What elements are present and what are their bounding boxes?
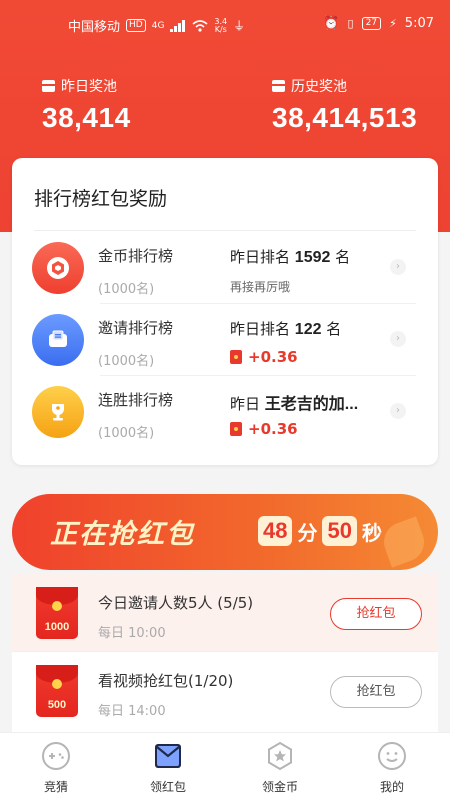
gift-icon (42, 80, 55, 92)
tab-coins[interactable]: 领金币 (240, 741, 320, 795)
divider (34, 230, 416, 231)
coin-rank-badge-icon (32, 242, 84, 294)
leaderboard-title: 排行榜红包奖励 (34, 188, 168, 210)
hd-badge: HD (126, 19, 146, 32)
history-pool: 历史奖池 38,414,513 (272, 76, 417, 134)
task-list: 1000 今日邀请人数5人 (5/5) 每日 10:00 抢红包 500 看视频… (12, 574, 438, 734)
red-envelope-icon: 500 (36, 665, 78, 717)
bottom-tab-bar: 竞猜 领红包 领金币 我的 (0, 732, 450, 800)
envelope-amount: 1000 (44, 621, 70, 633)
minutes-unit: 分 (297, 520, 318, 545)
tab-label: 领红包 (149, 780, 186, 794)
yesterday-rank: 昨日排名 122 名 (230, 320, 342, 338)
yesterday-pool-value: 38,414 (42, 102, 131, 133)
tab-red-envelope[interactable]: 领红包 (128, 741, 208, 795)
leaderboard-capacity: (1000名) (98, 426, 155, 441)
gift-icon (272, 80, 285, 92)
task-schedule: 每日 10:00 (98, 626, 166, 641)
leaf-decoration-icon (378, 516, 430, 568)
task-title: 今日邀请人数5人 (5/5) (98, 594, 254, 612)
chevron-right-icon[interactable]: › (390, 331, 406, 347)
grab-red-envelope-banner[interactable]: 正在抢红包 48 分 50 秒 (12, 494, 438, 570)
chevron-right-icon[interactable]: › (390, 259, 406, 275)
clock: 5:07 (404, 16, 434, 31)
tab-me[interactable]: 我的 (352, 741, 432, 795)
task-schedule: 每日 14:00 (98, 704, 166, 719)
leaderboard-name: 邀请排行榜 (98, 319, 174, 337)
leaderboard-name: 金币排行榜 (98, 247, 174, 265)
tab-guess[interactable]: 竞猜 (16, 741, 96, 795)
gamepad-icon (41, 741, 71, 771)
rank-note: 再接再厉哦 (230, 280, 291, 294)
seconds-unit: 秒 (361, 520, 382, 545)
leaderboard-name: 连胜排行榜 (98, 391, 174, 409)
task-row: 1000 今日邀请人数5人 (5/5) 每日 10:00 抢红包 (12, 574, 438, 652)
status-bar: 中国移动 HD 4G 3.4 K/s ⏚ ⏰ ▯ 27 ⚡ 5:07 (0, 0, 450, 46)
network-type: 4G (151, 20, 165, 31)
red-envelope-icon (230, 350, 242, 364)
leaderboard-capacity: (1000名) (98, 282, 155, 297)
history-pool-label: 历史奖池 (291, 79, 347, 95)
envelope-icon (153, 741, 183, 771)
usb-icon: ⏚ (233, 19, 246, 33)
leaderboard-row-coins[interactable]: 金币排行榜 (1000名) 昨日排名 1592 名 再接再厉哦 › (12, 232, 438, 304)
trophy-badge-icon (32, 386, 84, 438)
battery-indicator: 27 (361, 17, 382, 30)
reward-amount: +0.36 (230, 420, 298, 438)
tab-label: 领金币 (261, 780, 298, 794)
task-title: 看视频抢红包(1/20) (98, 672, 234, 690)
vibrate-icon: ▯ (347, 17, 354, 30)
red-envelope-icon: 1000 (36, 587, 78, 639)
leaderboard-row-streak[interactable]: 连胜排行榜 (1000名) 昨日 王老吉的加... +0.36 › (12, 376, 438, 448)
leaderboard-capacity: (1000名) (98, 354, 155, 369)
yesterday-rank: 昨日排名 1592 名 (230, 248, 351, 266)
charging-icon: ⚡ (389, 17, 397, 30)
yesterday-rank: 昨日 王老吉的加... (230, 395, 359, 413)
carrier-name: 中国移动 (68, 20, 121, 35)
smiley-icon (377, 741, 407, 771)
countdown-minutes: 48 (258, 516, 293, 546)
alarm-icon: ⏰ (323, 16, 340, 31)
red-envelope-icon (230, 422, 242, 436)
network-speed: 3.4 K/s (214, 16, 228, 34)
grab-button[interactable]: 抢红包 (330, 598, 422, 630)
tab-label: 竞猜 (43, 780, 68, 794)
leaderboard-row-invite[interactable]: 邀请排行榜 (1000名) 昨日排名 122 名 +0.36 › (12, 304, 438, 376)
banner-title: 正在抢红包 (50, 519, 195, 550)
grab-button[interactable]: 抢红包 (330, 676, 422, 708)
coin-star-icon (265, 741, 295, 771)
leaderboard-card: 排行榜红包奖励 金币排行榜 (1000名) 昨日排名 1592 名 再接再厉哦 … (12, 158, 438, 465)
tab-label: 我的 (379, 780, 404, 794)
countdown-timer: 48 分 50 秒 (258, 516, 382, 546)
chevron-right-icon[interactable]: › (390, 403, 406, 419)
invite-rank-badge-icon (32, 314, 84, 366)
countdown-seconds: 50 (322, 516, 357, 546)
reward-amount: +0.36 (230, 348, 298, 366)
envelope-amount: 500 (47, 699, 67, 711)
signal-icon (170, 19, 186, 32)
task-row: 500 看视频抢红包(1/20) 每日 14:00 抢红包 (12, 652, 438, 730)
history-pool-value: 38,414,513 (272, 102, 418, 133)
yesterday-pool: 昨日奖池 38,414 (42, 76, 131, 134)
wifi-icon (192, 19, 208, 32)
yesterday-pool-label: 昨日奖池 (61, 79, 117, 95)
